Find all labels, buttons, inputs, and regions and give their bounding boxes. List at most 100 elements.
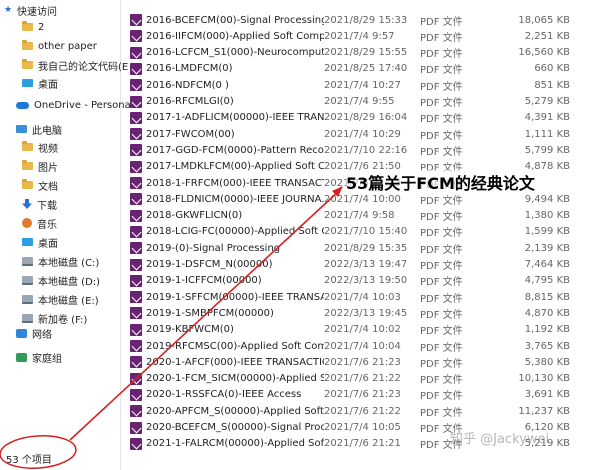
file-name: 2018-FLDNICM(0000)-IEEE JOURNA... bbox=[146, 193, 324, 205]
nav-homegroup-label: 家庭组 bbox=[32, 353, 62, 365]
pdf-file-icon bbox=[130, 421, 142, 434]
nav-pc-item-2[interactable]: 文档 bbox=[22, 175, 140, 195]
file-size: 1,111 KB bbox=[524, 128, 570, 140]
file-size: 3,691 KB bbox=[524, 389, 570, 401]
file-row[interactable]: 2016-LCFCM_S1(000)-Neurocomputi... 2021/8… bbox=[130, 45, 600, 61]
file-row[interactable]: 2019-1-SMBPFCM(00000) 2022/3/13 19:45 PDF … bbox=[130, 305, 600, 321]
file-name: 2019-1-DSFCM_N(00000) bbox=[146, 259, 273, 270]
file-type: PDF 文件 bbox=[420, 146, 463, 158]
file-type: PDF 文件 bbox=[420, 407, 463, 419]
pdf-file-icon bbox=[130, 242, 142, 255]
nav-pc-item-1[interactable]: 图片 bbox=[22, 156, 140, 176]
pdf-file-icon bbox=[130, 144, 142, 157]
nav-item-2[interactable]: 我自己的论文代码(E bbox=[22, 55, 140, 75]
file-row[interactable]: 2016-BCEFCM(00)-Signal Processing 2021/8/… bbox=[130, 12, 600, 28]
file-row[interactable]: 2018-GKWFLICN(0) 2021/7/4 9:58 PDF 文件 1,380… bbox=[130, 208, 600, 224]
file-row[interactable]: 2016-IIFCM(000)-Applied Soft Comp... 2021… bbox=[130, 28, 600, 44]
file-size: 8,815 KB bbox=[524, 291, 570, 303]
nav-homegroup[interactable]: 家庭组 bbox=[16, 347, 134, 367]
file-row[interactable]: 2019-KBFWCM(0) 2021/7/4 10:02 PDF 文件 1,192 … bbox=[130, 322, 600, 338]
file-row[interactable]: 2016-LMDFCM(0) 2021/8/25 17:40 PDF 文件 660 K… bbox=[130, 61, 600, 77]
file-name: 2017-GGD-FCM(0000)-Pattern Recog... bbox=[146, 144, 324, 156]
file-type: PDF 文件 bbox=[420, 309, 463, 321]
file-size: 4,870 KB bbox=[524, 307, 570, 319]
pdf-file-icon bbox=[130, 274, 142, 287]
file-date: 2022/3/13 19:50 bbox=[324, 275, 408, 287]
onedrive-cloud-icon bbox=[16, 101, 29, 109]
file-row[interactable]: 2016-RFCMLGI(0) 2021/7/4 9:55 PDF 文件 5,279 … bbox=[130, 94, 600, 110]
video-folder-icon bbox=[22, 141, 33, 151]
file-type: PDF 文件 bbox=[420, 130, 463, 142]
file-type: PDF 文件 bbox=[420, 212, 463, 224]
computer-icon bbox=[16, 125, 27, 133]
file-row[interactable]: 2019-(0)-Signal Processing 2021/8/29 15:3… bbox=[130, 240, 600, 256]
nav-pc-item-5[interactable]: 桌面 bbox=[22, 232, 140, 252]
nav-network[interactable]: 网络 bbox=[16, 323, 134, 343]
file-name: 2019-RFCMSC(00)-Applied Soft Com... bbox=[146, 340, 324, 352]
file-size: 1,380 KB bbox=[524, 210, 570, 222]
file-name: 2020-1-AFCF(000)-IEEE TRANSACTIO... bbox=[146, 356, 324, 368]
file-row[interactable]: 2019-1-SFFCM(00000)-IEEE TRANSAC... 2021/… bbox=[130, 289, 600, 305]
file-size: 10,130 KB bbox=[518, 373, 570, 385]
file-name: 2016-LCFCM_S1(000)-Neurocomputi... bbox=[146, 47, 324, 59]
file-row[interactable]: 2019-RFCMSC(00)-Applied Soft Com... 2021/… bbox=[130, 338, 600, 354]
nav-item-label: 2 bbox=[38, 21, 45, 33]
file-date: 2021/7/10 22:16 bbox=[324, 144, 408, 156]
nav-pc-item-6[interactable]: 本地磁盘 (C:) bbox=[22, 251, 140, 271]
nav-pc-item-0[interactable]: 视频 bbox=[22, 137, 140, 157]
file-size: 11,237 KB bbox=[518, 405, 570, 417]
file-row[interactable]: 2017-GGD-FCM(0000)-Pattern Recog... 2021/… bbox=[130, 142, 600, 158]
file-row[interactable]: 2019-1-DSFCM_N(00000) 2022/3/13 19:47 PDF … bbox=[130, 257, 600, 273]
file-type: PDF 文件 bbox=[420, 228, 463, 240]
file-date: 2021/7/10 15:40 bbox=[324, 226, 408, 238]
pdf-file-icon bbox=[130, 291, 142, 304]
file-row[interactable]: 2020-APFCM_S(00000)-Applied Soft ... 2021… bbox=[130, 403, 600, 419]
file-row[interactable]: 2017-FWCOM(00) 2021/7/4 10:29 PDF 文件 1,111 … bbox=[130, 126, 600, 142]
file-row[interactable]: 2017-1-ADFLICM(00000)-IEEE TRANS... 2021/… bbox=[130, 110, 600, 126]
nav-this-pc[interactable]: 此电脑 bbox=[16, 119, 134, 139]
file-date: 2021/8/25 17:40 bbox=[324, 63, 408, 75]
file-type: PDF 文件 bbox=[420, 375, 463, 387]
file-name: 2020-1-RSSFCA(0)-IEEE Access bbox=[146, 389, 302, 401]
file-row[interactable]: 2016-NDFCM(0 ) 2021/7/4 10:27 PDF 文件 851 KB bbox=[130, 77, 600, 93]
file-date: 2021/7/4 10:04 bbox=[324, 340, 401, 352]
nav-item-1[interactable]: other paper bbox=[22, 36, 140, 56]
nav-pc-item-7[interactable]: 本地磁盘 (D:) bbox=[22, 270, 140, 290]
nav-item-3[interactable]: 桌面 bbox=[22, 73, 140, 93]
pdf-file-icon bbox=[130, 209, 142, 222]
file-row[interactable]: 2020-1-FCM_SICM(00000)-Applied S... 2021/… bbox=[130, 371, 600, 387]
file-name: 2019-1-ICFFCM(00000) bbox=[146, 275, 262, 287]
nav-pc-item-3[interactable]: 下载 bbox=[22, 194, 140, 214]
file-name: 2017-1-ADFLICM(00000)-IEEE TRANS... bbox=[146, 112, 324, 124]
file-size: 660 KB bbox=[534, 63, 570, 75]
file-row[interactable]: 2020-1-RSSFCA(0)-IEEE Access 2021/7/6 21:… bbox=[130, 387, 600, 403]
file-type: PDF 文件 bbox=[420, 16, 463, 28]
pdf-file-icon bbox=[130, 388, 142, 401]
file-name: 2019-1-SFFCM(00000)-IEEE TRANSAC... bbox=[146, 291, 324, 303]
file-name: 2019-KBFWCM(0) bbox=[146, 324, 234, 336]
folder-icon bbox=[22, 40, 33, 50]
nav-pc-item-8[interactable]: 本地磁盘 (E:) bbox=[22, 289, 140, 309]
nav-pc-item-4[interactable]: 音乐 bbox=[22, 213, 140, 233]
file-type: PDF 文件 bbox=[420, 65, 463, 77]
file-name: 2017-LMDKLFCM(00)-Applied Soft C... bbox=[146, 161, 324, 173]
file-row[interactable]: 2019-1-ICFFCM(00000) 2022/3/13 19:50 PDF 文… bbox=[130, 273, 600, 289]
download-icon bbox=[22, 199, 32, 209]
file-date: 2021/7/4 9:55 bbox=[324, 96, 395, 107]
file-size: 1,192 KB bbox=[524, 324, 570, 336]
file-name: 2020-1-FCM_SICM(00000)-Applied S... bbox=[146, 373, 324, 385]
desktop-icon bbox=[22, 79, 33, 87]
folder-icon bbox=[22, 59, 33, 69]
navigation-pane: ★ 快速访问 2 other paper 我自己的论文代码(E 桌面 OneDrive… bbox=[0, 0, 131, 470]
file-size: 2,251 KB bbox=[524, 30, 570, 42]
nav-onedrive[interactable]: OneDrive - Persona bbox=[16, 95, 134, 115]
file-date: 2021/8/29 15:33 bbox=[324, 14, 408, 26]
pdf-file-icon bbox=[130, 14, 142, 26]
desktop-icon bbox=[22, 238, 33, 246]
nav-pc-item-label: 音乐 bbox=[37, 219, 57, 231]
nav-item-0[interactable]: 2 bbox=[22, 17, 140, 37]
file-row[interactable]: 2018-LCIG-FC(00000)-Applied Soft C... 202… bbox=[130, 224, 600, 240]
file-date: 2021/7/4 10:29 bbox=[324, 128, 401, 140]
file-type: PDF 文件 bbox=[420, 358, 463, 370]
file-row[interactable]: 2020-1-AFCF(000)-IEEE TRANSACTIO... 2021/… bbox=[130, 354, 600, 370]
